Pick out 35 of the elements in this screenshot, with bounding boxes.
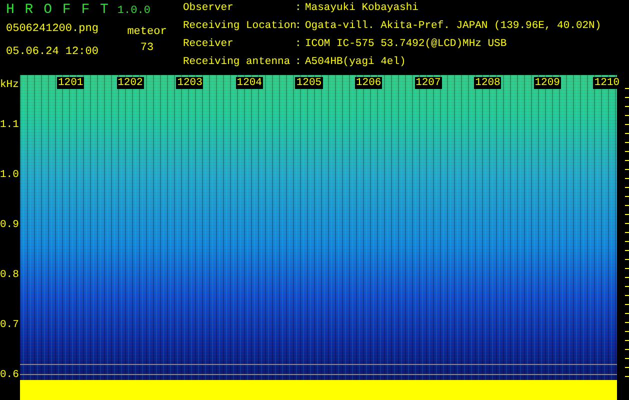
y-axis-label: 0.6	[0, 369, 19, 381]
station-field-value: ICOM IC-575 53.7492(@LCD)MHz USB	[305, 39, 508, 52]
time-label: 1205	[295, 77, 323, 89]
station-field-value: A504HB(yagi 4el)	[305, 57, 407, 70]
meteor-label: meteor	[127, 26, 167, 38]
time-label: 1202	[116, 77, 144, 89]
time-label: 1203	[176, 77, 204, 89]
time-label: 1206	[354, 77, 382, 89]
y-axis-label: 0.8	[0, 269, 19, 281]
time-label: 1204	[236, 77, 263, 89]
station-field-label: Receiving antenna	[183, 57, 292, 70]
station-field-value: Ogata-vill. Akita-Pref. JAPAN (139.96E, 40.02N)	[305, 21, 602, 34]
station-field-label: Receiving Location	[183, 21, 295, 34]
y-axis-label: 1.0	[0, 169, 19, 181]
station-field-value: Masayuki Kobayashi	[305, 3, 420, 16]
station-field-label: Receiver	[183, 39, 234, 52]
version-number: 1.0.0	[117, 5, 150, 17]
y-axis-label: 1.1	[0, 119, 19, 131]
y-axis-label: 0.7	[0, 319, 19, 331]
axis-unit: kHz	[0, 78, 20, 93]
y-axis-label: 0.9	[0, 219, 19, 231]
time-label: 1208	[474, 77, 502, 89]
separator: :	[295, 21, 302, 34]
separator: :	[295, 39, 302, 52]
app-name: H R O F F T	[6, 2, 110, 18]
meteor-count: 73	[140, 42, 154, 54]
date-time: 05.06.24 12:00	[6, 46, 100, 58]
time-label: 1210	[593, 77, 621, 89]
time-label: 1207	[414, 77, 442, 89]
separator: :	[295, 3, 302, 16]
time-label: 1209	[534, 77, 561, 89]
station-field-label: Observer	[183, 3, 234, 16]
file-name: 0506241200.png	[6, 23, 100, 35]
time-label: 1201	[57, 77, 84, 89]
separator: :	[295, 57, 302, 70]
